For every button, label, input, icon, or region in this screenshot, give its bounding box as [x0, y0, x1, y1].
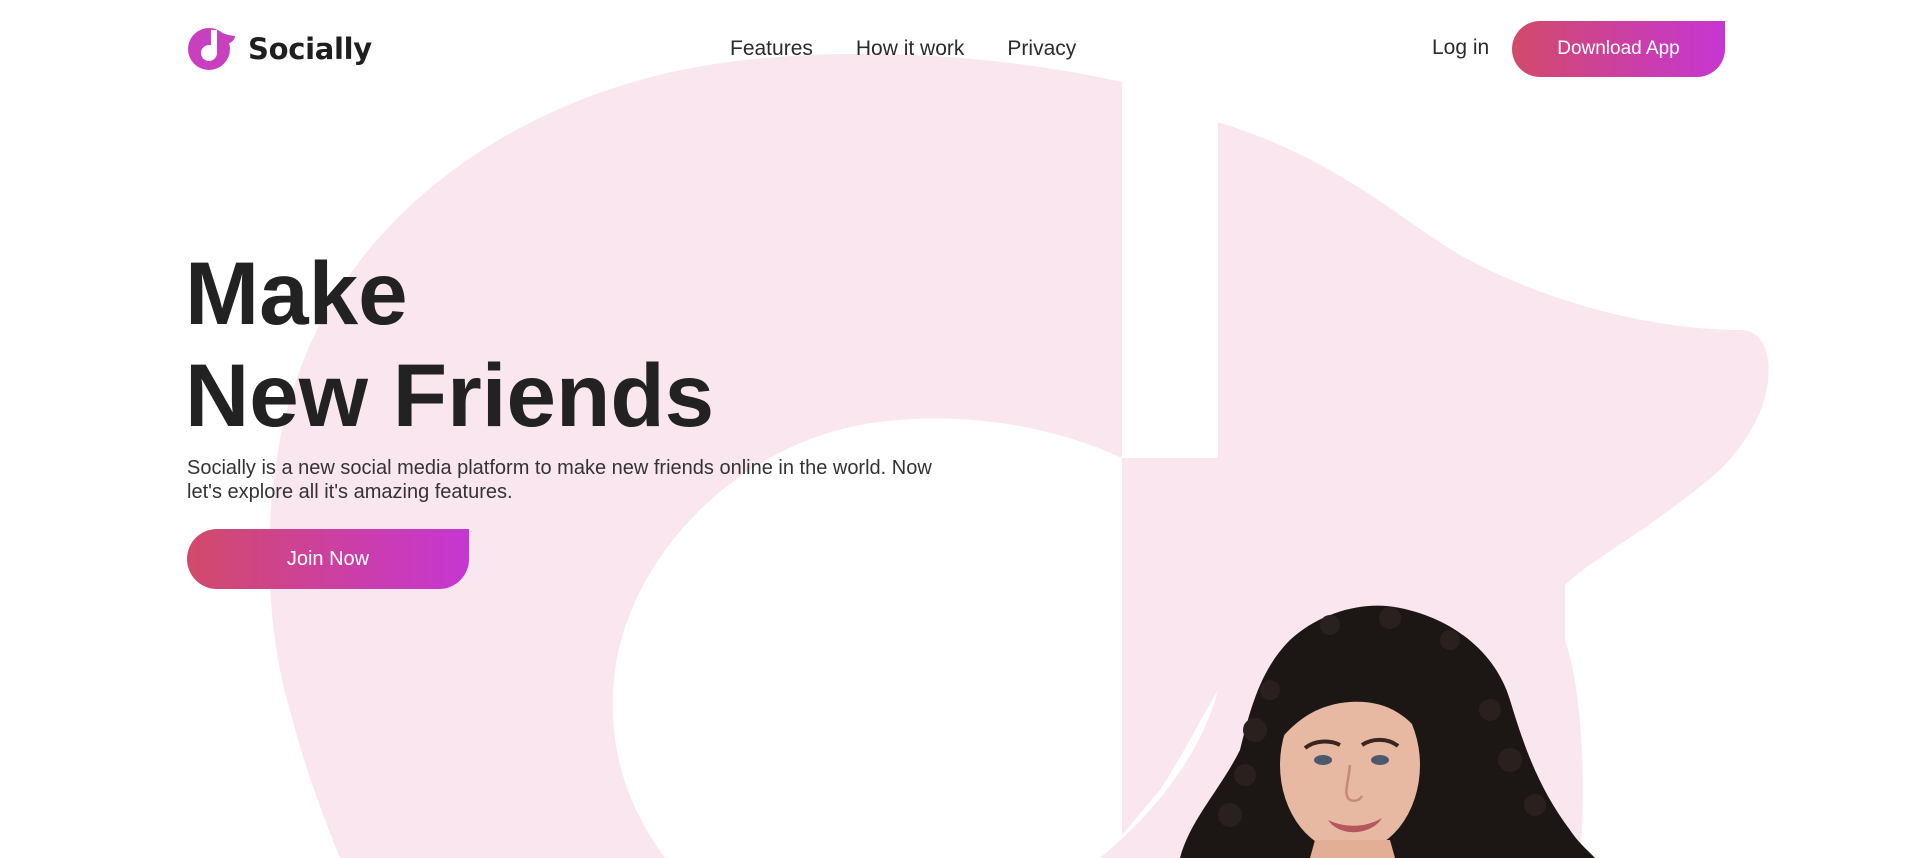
brand-logo[interactable]: Socially [187, 27, 372, 71]
login-link[interactable]: Log in [1432, 36, 1489, 60]
main-nav: Features How it work Privacy [730, 37, 1119, 61]
download-app-button[interactable]: Download App [1512, 21, 1725, 77]
brand-name: Socially [248, 32, 372, 66]
woman-portrait-image [1180, 605, 1595, 858]
hero-title: Make New Friends [185, 242, 714, 446]
hero-title-line-2: New Friends [185, 345, 715, 445]
nav-link-features[interactable]: Features [730, 37, 813, 61]
site-header: Socially Features How it work Privacy Lo… [0, 0, 1910, 100]
nav-link-how-it-work[interactable]: How it work [856, 37, 965, 61]
music-note-icon [188, 28, 235, 70]
landing-page: Socially Features How it work Privacy Lo… [0, 0, 1910, 858]
nav-link-privacy[interactable]: Privacy [1007, 37, 1076, 61]
hero-description: Socially is a new social media platform … [187, 457, 932, 503]
join-now-button[interactable]: Join Now [187, 529, 469, 589]
hero-title-line-1: Make [185, 243, 408, 343]
